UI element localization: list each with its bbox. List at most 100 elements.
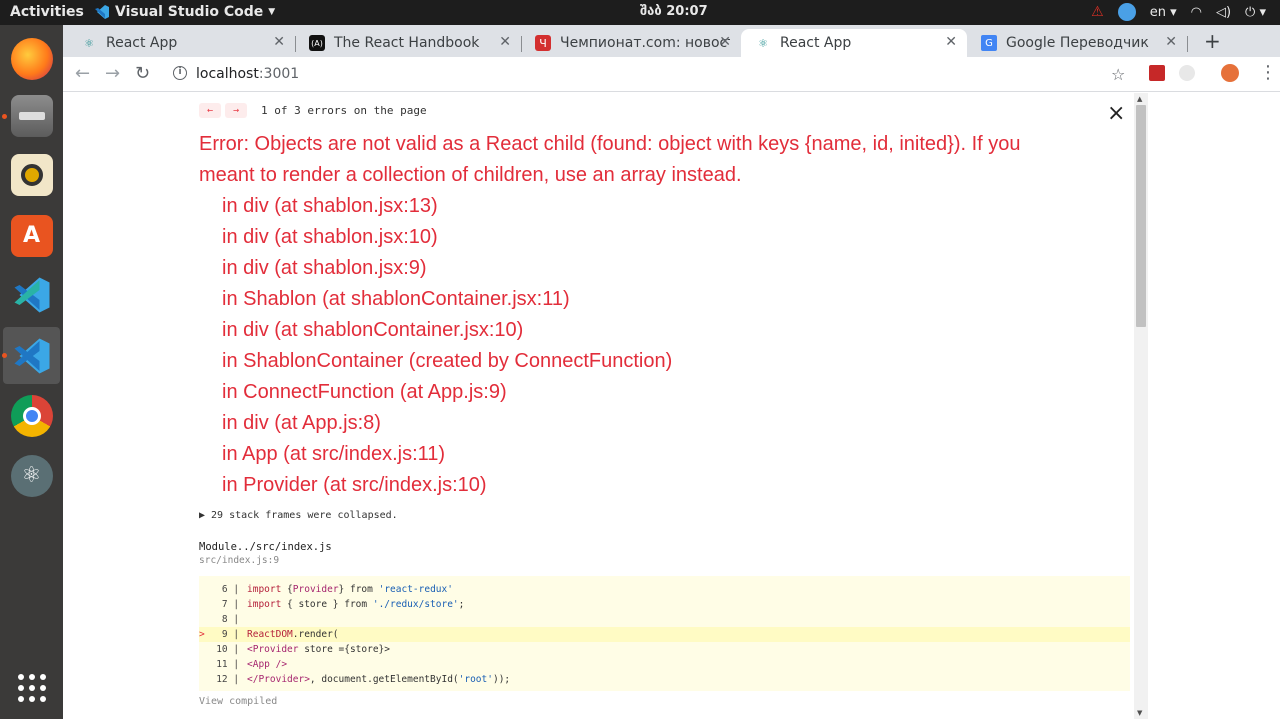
championat-icon: Ч [535, 35, 551, 51]
info-icon[interactable]: i [173, 66, 187, 80]
menu-kebab-icon[interactable]: ⋮ [1259, 62, 1277, 83]
url-host: localhost [196, 66, 259, 82]
language-indicator[interactable]: en ▾ [1150, 5, 1177, 20]
stack-frame: in ConnectFunction (at App.js:9) [222, 381, 507, 403]
scroll-up-icon[interactable]: ▲ [1137, 95, 1142, 103]
dock-software[interactable]: A [3, 207, 60, 264]
system-tray: ⚠ en ▾ ◠ ◁) ⏻ ▾ [1091, 3, 1266, 21]
code-line: 8 | [221, 614, 245, 625]
extension-icon[interactable] [1179, 65, 1195, 81]
wifi-icon[interactable]: ◠ [1191, 5, 1202, 20]
clock[interactable]: შაბ 20:07 [640, 4, 708, 19]
tab-title: The React Handbook [334, 35, 480, 51]
atom-icon: ⚛ [10, 454, 53, 497]
code-line: 11 | <App /> [216, 659, 288, 670]
volume-icon[interactable]: ◁) [1216, 5, 1231, 20]
tab-react-handbook[interactable]: (A) The React Handbook ✕ [295, 29, 522, 57]
scroll-down-icon[interactable]: ▼ [1137, 709, 1142, 717]
tab-strip: ⚛ React App ✕ (A) The React Handbook ✕ Ч… [63, 25, 1280, 57]
stack-frame: in div (at shablonContainer.jsx:10) [222, 319, 524, 341]
address-bar[interactable]: i localhost:3001 [163, 60, 1143, 88]
tab-react-app-1[interactable]: ⚛ React App ✕ [67, 29, 296, 57]
vscode-icon [14, 277, 49, 312]
handbook-icon: (A) [309, 35, 325, 51]
stack-frame: in div (at shablon.jsx:13) [222, 195, 438, 217]
vscode-icon [95, 5, 109, 19]
react-icon: ⚛ [758, 36, 768, 50]
code-line: 10 | <Provider store ={store}> [216, 644, 390, 655]
code-frame: 6 | import {Provider} from 'react-redux'… [199, 576, 1130, 691]
error-navigator: ← → 1 of 3 errors on the page [199, 103, 427, 118]
error-count: 1 of 3 errors on the page [261, 104, 427, 117]
close-overlay-button[interactable]: × [1107, 103, 1125, 125]
running-indicator [2, 353, 7, 358]
activities-button[interactable]: Activities [10, 4, 84, 20]
close-tab-icon[interactable]: ✕ [273, 34, 285, 50]
url-text: localhost:3001 [196, 66, 299, 82]
gnome-top-bar: Activities Visual Studio Code ▼ შაბ 20:0… [0, 0, 1280, 25]
tab-react-app-2[interactable]: ⚛ React App ✕ [741, 29, 967, 57]
tab-separator [1187, 36, 1188, 52]
firefox-icon [10, 37, 53, 80]
extension-icon[interactable] [1149, 65, 1165, 81]
tab-title: Google Переводчик [1006, 35, 1149, 51]
avatar[interactable] [1221, 64, 1239, 82]
stack-frame: in ShablonContainer (created by ConnectF… [222, 350, 673, 372]
show-applications-button[interactable] [3, 659, 60, 716]
dock-vscode[interactable] [3, 266, 60, 323]
dock-atom[interactable]: ⚛ [3, 447, 60, 504]
module-name: Module../src/index.js [199, 541, 332, 553]
stack-frame: in div (at App.js:8) [222, 412, 381, 434]
update-icon[interactable] [1117, 3, 1136, 21]
dock-files[interactable] [3, 87, 60, 144]
previous-error-button[interactable]: ← [199, 103, 221, 118]
scrollbar[interactable]: ▲ ▼ [1134, 93, 1148, 719]
chevron-down-icon: ▼ [268, 7, 276, 17]
tab-title: Чемпионат.com: новости [560, 35, 730, 51]
next-error-button[interactable]: → [225, 103, 247, 118]
forward-button[interactable]: → [105, 63, 120, 84]
module-source-link[interactable]: src/index.js:9 [199, 555, 279, 566]
dock-rhythmbox[interactable] [3, 146, 60, 203]
close-tab-icon[interactable]: ✕ [945, 34, 957, 50]
app-menu[interactable]: Visual Studio Code ▼ [94, 4, 275, 20]
power-icon[interactable]: ⏻ ▾ [1245, 5, 1266, 20]
file-cabinet-icon [10, 94, 53, 137]
stack-frame: in Provider (at src/index.js:10) [222, 474, 487, 496]
close-tab-icon[interactable]: ✕ [719, 34, 731, 50]
google-translate-icon: G [981, 35, 997, 51]
code-line-highlighted: > 9 | ReactDOM.render( [199, 627, 1130, 642]
tab-title: React App [106, 35, 178, 51]
dock-firefox[interactable] [3, 30, 60, 87]
tab-google-translate[interactable]: G Google Переводчик ✕ [967, 29, 1188, 57]
dock-vscode-active[interactable] [3, 327, 60, 384]
stack-frame: in div (at shablon.jsx:10) [222, 226, 438, 248]
collapsed-frames-toggle[interactable]: ▶ 29 stack frames were collapsed. [199, 510, 398, 521]
app-name: Visual Studio Code [115, 4, 264, 20]
tab-championat[interactable]: Ч Чемпионат.com: новости ✕ [521, 29, 741, 57]
tab-title: React App [780, 35, 852, 51]
dock-chrome[interactable] [3, 387, 60, 444]
chrome-icon [10, 394, 53, 437]
error-message: Error: Objects are not valid as a React … [199, 133, 1021, 186]
new-tab-button[interactable]: + [1204, 29, 1221, 53]
stack-frame: in div (at shablon.jsx:9) [222, 257, 427, 279]
back-button[interactable]: ← [75, 63, 90, 84]
browser-toolbar: ← → ↻ i localhost:3001 ☆ ⋮ [63, 57, 1280, 92]
speaker-icon [10, 153, 53, 196]
bookmark-star-icon[interactable]: ☆ [1111, 65, 1125, 84]
vscode-icon [14, 338, 49, 373]
close-tab-icon[interactable]: ✕ [1165, 34, 1177, 50]
reload-button[interactable]: ↻ [135, 63, 150, 84]
view-compiled-link[interactable]: View compiled [199, 696, 277, 707]
stack-frame: in Shablon (at shablonContainer.jsx:11) [222, 288, 570, 310]
react-icon: ⚛ [84, 36, 94, 50]
warning-icon[interactable]: ⚠ [1091, 4, 1104, 20]
component-stack: in div (at shablon.jsx:13) in div (at sh… [222, 191, 672, 501]
scrollbar-thumb[interactable] [1136, 105, 1146, 327]
stack-frame: in App (at src/index.js:11) [222, 443, 446, 465]
url-port: :3001 [258, 66, 300, 82]
code-line: 12 | </Provider>, document.getElementByI… [216, 674, 511, 685]
close-tab-icon[interactable]: ✕ [499, 34, 511, 50]
code-line: 6 | import {Provider} from 'react-redux' [221, 584, 453, 595]
